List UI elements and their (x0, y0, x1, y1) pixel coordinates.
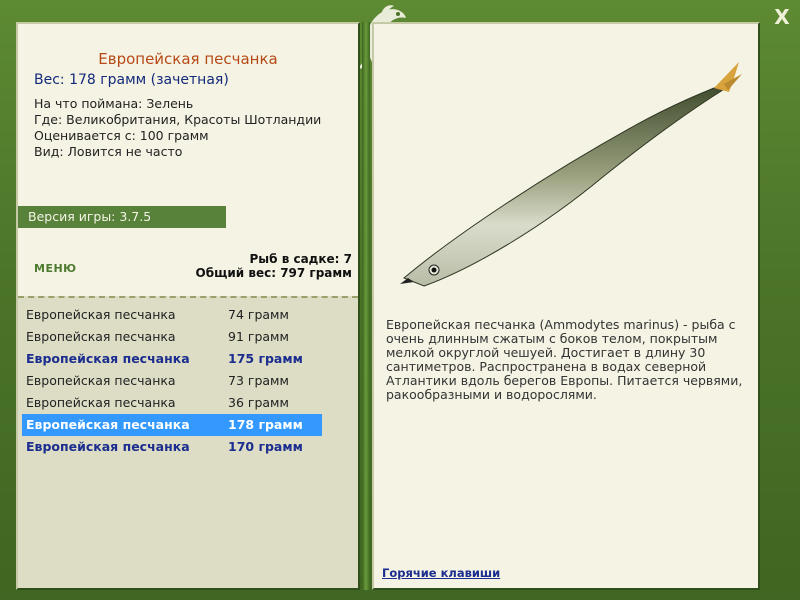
location-text: Где: Великобритания, Красоты Шотландии (34, 112, 322, 127)
list-item-selected[interactable]: Европейская песчанка 178 грамм (22, 414, 322, 436)
panel-divider (362, 22, 370, 590)
catch-stats: Рыб в садке: 7 Общий вес: 797 грамм (196, 252, 352, 280)
fish-weight: Вес: 178 грамм (зачетная) (34, 72, 229, 88)
fish-encyclopedia-panel: Европейская песчанка (Ammodytes marinus)… (372, 22, 760, 590)
fish-count-text: Рыб в садке: 7 (249, 252, 353, 266)
close-icon: X (774, 5, 790, 29)
catch-info-panel: Европейская песчанка Вес: 178 грамм (зач… (16, 22, 360, 590)
list-item[interactable]: Европейская песчанка 91 грамм (22, 326, 322, 348)
catch-list: Европейская песчанка 74 грамм Европейска… (18, 296, 358, 588)
list-item[interactable]: Европейская песчанка 36 грамм (22, 392, 322, 414)
rarity-text: Вид: Ловится не часто (34, 144, 183, 159)
list-item[interactable]: Европейская песчанка 74 грамм (22, 304, 322, 326)
valued-from-text: Оценивается с: 100 грамм (34, 128, 209, 143)
version-bar: Версия игры: 3.7.5 (18, 206, 226, 228)
list-item[interactable]: Европейская песчанка 175 грамм (22, 348, 322, 370)
hotkeys-link[interactable]: Горячие клавиши (382, 566, 500, 580)
fish-details: На что поймана: Зелень Где: Великобритан… (34, 96, 321, 160)
close-button[interactable]: X (770, 6, 794, 30)
fish-description: Европейская песчанка (Ammodytes marinus)… (386, 317, 743, 402)
list-item[interactable]: Европейская песчанка 73 грамм (22, 370, 322, 392)
total-weight-text: Общий вес: 797 грамм (195, 266, 352, 280)
list-item[interactable]: Европейская песчанка 170 грамм (22, 436, 322, 458)
caught-on-text: На что поймана: Зелень (34, 96, 194, 111)
sand-eel-image (400, 62, 742, 287)
fish-title: Европейская песчанка (98, 50, 278, 68)
menu-button[interactable]: МЕНЮ (34, 262, 77, 275)
